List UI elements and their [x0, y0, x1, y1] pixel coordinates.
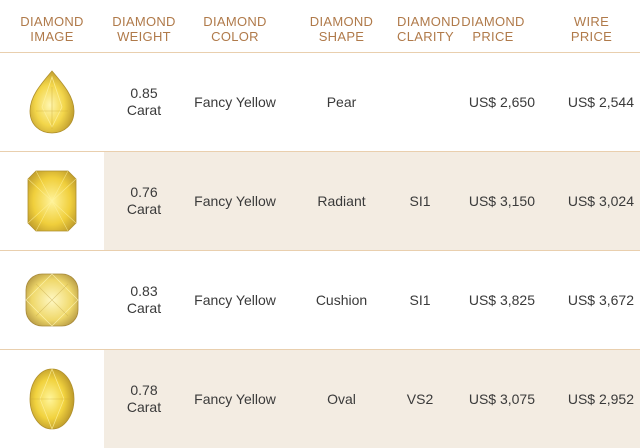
table-row[interactable]: 0.85 Carat Fancy Yellow Pear US$ 2,650 US… — [0, 52, 640, 151]
clarity-cell: VS2 — [406, 391, 434, 407]
header-color: DIAMOND COLOR — [203, 14, 267, 44]
clarity-cell: SI1 — [409, 193, 431, 209]
header-wire-price: WIRE PRICE — [570, 14, 613, 44]
shape-cell: Radiant — [317, 193, 366, 209]
diamond-table: DIAMOND IMAGE DIAMOND WEIGHT DIAMOND COLOR … — [0, 0, 640, 448]
wire-price-cell: US$ 3,024 — [567, 193, 634, 209]
color-cell: Fancy Yellow — [194, 193, 276, 209]
color-cell: Fancy Yellow — [194, 292, 276, 308]
weight-cell: 0.78 Carat — [126, 382, 162, 415]
clarity-cell: SI1 — [409, 292, 431, 308]
wire-price-cell: US$ 2,544 — [567, 94, 634, 110]
shape-cell: Pear — [326, 94, 357, 110]
diamond-price-cell: US$ 2,650 — [468, 94, 535, 110]
table-header: DIAMOND IMAGE DIAMOND WEIGHT DIAMOND COLOR … — [0, 0, 640, 52]
diamond-price-cell: US$ 3,075 — [468, 391, 535, 407]
cushion-diamond-icon[interactable] — [0, 251, 104, 349]
color-cell: Fancy Yellow — [194, 391, 276, 407]
color-cell: Fancy Yellow — [194, 94, 276, 110]
shape-cell: Oval — [327, 391, 356, 407]
wire-price-cell: US$ 2,952 — [567, 391, 634, 407]
weight-cell: 0.85 Carat — [126, 85, 162, 118]
wire-price-cell: US$ 3,672 — [567, 292, 634, 308]
table-row[interactable]: 0.76 Carat Fancy Yellow Radiant SI1 US$ 3… — [0, 151, 640, 250]
diamond-price-cell: US$ 3,825 — [468, 292, 535, 308]
header-shape: DIAMOND SHAPE — [309, 14, 374, 44]
diamond-price-cell: US$ 3,150 — [468, 193, 535, 209]
shape-cell: Cushion — [315, 292, 368, 308]
header-image: DIAMOND IMAGE — [20, 14, 84, 44]
header-diamond-price: DIAMOND PRICE — [461, 14, 525, 44]
weight-cell: 0.76 Carat — [126, 184, 162, 217]
pear-diamond-icon[interactable] — [0, 53, 104, 151]
radiant-diamond-icon[interactable] — [0, 152, 104, 250]
header-clarity: DIAMOND CLARITY — [397, 14, 461, 44]
table-row[interactable]: 0.83 Carat Fancy Yellow Cushion SI1 US$ 3… — [0, 250, 640, 349]
table-row[interactable]: 0.78 Carat Fancy Yellow Oval VS2 US$ 3,07… — [0, 349, 640, 448]
header-weight: DIAMOND WEIGHT — [112, 14, 176, 44]
weight-cell: 0.83 Carat — [126, 283, 162, 316]
oval-diamond-icon[interactable] — [0, 350, 104, 448]
